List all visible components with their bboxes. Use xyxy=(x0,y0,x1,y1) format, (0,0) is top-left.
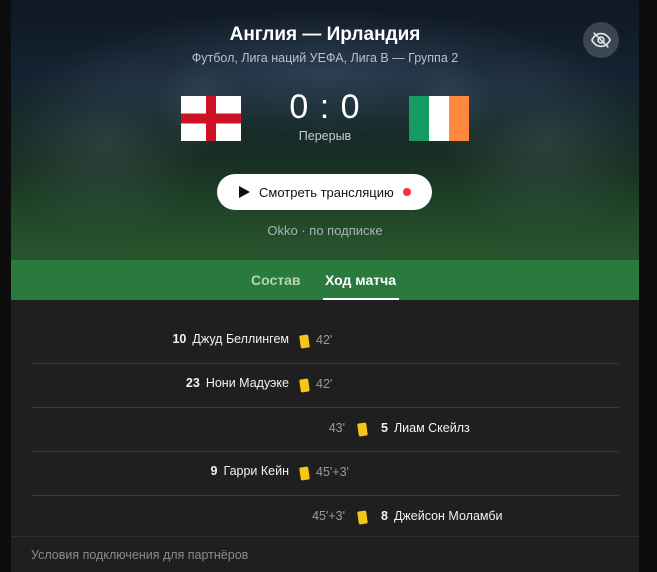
event-minute: 42' xyxy=(316,377,333,391)
player-name: Лиам Скейлз xyxy=(393,421,470,435)
event-row: 9 Гарри Кейн 45'+3' xyxy=(31,452,619,496)
yellow-card-icon xyxy=(299,334,310,349)
player-name: Нони Мадуэке xyxy=(205,376,289,390)
tab-match-events[interactable]: Ход матча xyxy=(325,260,396,300)
player-name: Гарри Кейн xyxy=(223,464,290,478)
partner-terms-link[interactable]: Условия подключения для партнёров xyxy=(31,548,248,562)
event-player-home: 23 Нони Мадуэке xyxy=(186,376,289,390)
ireland-flag xyxy=(409,96,469,141)
event-player-away: 8 Джейсон Моламби xyxy=(381,509,503,523)
match-subtitle: Футбол, Лига наций УЕФА, Лига B — Группа… xyxy=(191,51,459,65)
tab-lineup[interactable]: Состав xyxy=(251,260,301,300)
yellow-card-icon xyxy=(357,510,368,525)
player-name: Джуд Беллингем xyxy=(192,332,289,346)
hide-score-button[interactable] xyxy=(583,22,619,58)
event-minute: 42' xyxy=(316,333,333,347)
player-number: 23 xyxy=(185,376,200,390)
stream-provider: Okko · по подписке xyxy=(267,223,383,238)
event-row: 43' 5 Лиам Скейлз xyxy=(31,408,619,452)
event-minute: 43' xyxy=(328,421,345,435)
footer-divider xyxy=(11,536,639,537)
score-value: 0 : 0 xyxy=(289,88,361,126)
event-row: 10 Джуд Беллингем 42' xyxy=(31,320,619,364)
eye-off-icon xyxy=(590,32,612,48)
player-number: 10 xyxy=(172,332,187,346)
player-number: 5 xyxy=(381,421,388,435)
player-number: 8 xyxy=(381,509,388,523)
england-flag xyxy=(181,96,241,141)
player-name: Джейсон Моламби xyxy=(393,509,503,523)
watch-stream-label: Смотреть трансляцию xyxy=(259,184,394,200)
match-hero: Англия — Ирландия Футбол, Лига наций УЕФ… xyxy=(11,0,639,260)
event-minute: 45'+3' xyxy=(316,465,349,479)
event-player-away: 5 Лиам Скейлз xyxy=(381,421,470,435)
match-tabs: Состав Ход матча xyxy=(11,260,639,300)
event-row: 45'+3' 8 Джейсон Моламби xyxy=(31,496,619,539)
watch-stream-button[interactable]: Смотреть трансляцию xyxy=(217,174,432,210)
event-player-home: 9 Гарри Кейн xyxy=(211,464,289,478)
live-dot-icon xyxy=(402,188,411,196)
event-player-home: 10 Джуд Беллингем xyxy=(172,332,289,346)
match-title: Англия — Ирландия xyxy=(229,24,421,45)
event-minute: 45'+3' xyxy=(312,509,345,523)
play-icon xyxy=(239,186,250,198)
active-tab-indicator xyxy=(323,298,399,300)
yellow-card-icon xyxy=(299,466,310,481)
yellow-card-icon xyxy=(299,378,310,393)
player-number: 9 xyxy=(210,464,218,478)
match-status: Перерыв xyxy=(298,129,352,143)
event-row: 23 Нони Мадуэке 42' xyxy=(31,364,619,408)
yellow-card-icon xyxy=(357,422,368,437)
match-card: Англия — Ирландия Футбол, Лига наций УЕФ… xyxy=(11,0,639,572)
events-list: 10 Джуд Беллингем 42' 23 Нони Мадуэке 42' … xyxy=(31,320,619,539)
